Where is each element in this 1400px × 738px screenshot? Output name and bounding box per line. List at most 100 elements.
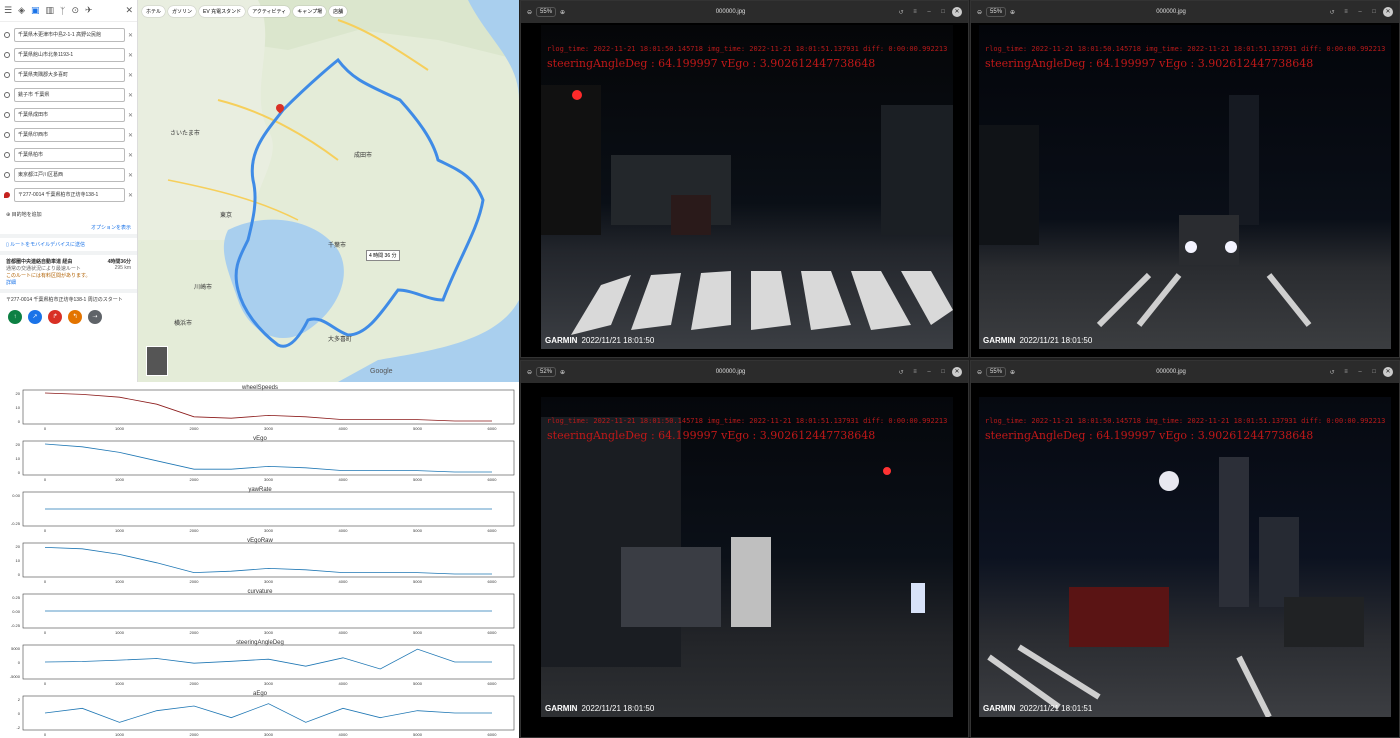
transit-icon[interactable]: ▥ [46,5,55,16]
zoom-in-icon[interactable]: ⊕ [560,9,565,16]
options-link[interactable]: オプションを表示 [91,225,131,231]
menu-icon[interactable]: ≡ [910,369,920,375]
minimize-icon[interactable]: – [924,369,934,375]
rotate-icon[interactable]: ↺ [1327,369,1337,376]
waypoint-input[interactable]: 千葉県木更津市中島2-1-1 高野公民館 [14,28,125,42]
remove-waypoint-icon[interactable]: ✕ [128,72,133,79]
dashcam-scene [541,85,953,335]
car-icon[interactable]: ▣ [31,5,40,16]
y-tick-label: 20 [16,544,21,549]
step-icon[interactable]: ↗ [28,310,42,324]
waypoint-input[interactable]: 東京都江戸川区葛西 [14,168,125,182]
zoom-select[interactable]: 55% [986,367,1007,377]
waypoint-input[interactable]: 千葉県柏市 [14,148,125,162]
remove-waypoint-icon[interactable]: ✕ [128,112,133,119]
close-icon[interactable]: ✕ [125,5,133,16]
menu-icon[interactable]: ≡ [910,9,920,15]
remove-waypoint-icon[interactable]: ✕ [128,92,133,99]
step-icon[interactable]: ⇢ [88,310,102,324]
bike-icon[interactable]: ⊙ [71,5,79,16]
x-tick-label: 3000 [264,630,274,635]
place-filter-chip[interactable]: EV 充電スタンド [199,6,246,17]
close-icon[interactable]: ✕ [952,7,962,17]
dashcam-frame: rlog_time: 2022-11-21 18:01:50.145718 im… [979,397,1391,717]
walk-icon[interactable]: ᛉ [60,6,65,16]
x-tick-label: 3000 [264,426,274,431]
remove-waypoint-icon[interactable]: ✕ [128,192,133,199]
zoom-in-icon[interactable]: ⊕ [560,369,565,376]
remove-waypoint-icon[interactable]: ✕ [128,152,133,159]
map-graphic [138,0,519,382]
rotate-icon[interactable]: ↺ [896,9,906,16]
plot-series-line [44,547,492,575]
place-filter-chip[interactable]: キャンプ場 [293,6,327,17]
maximize-icon[interactable]: □ [938,369,948,375]
zoom-select[interactable]: 55% [536,7,557,17]
image-viewer: ⊖ 55% ⊕ 000000.jpg ↺ ≡ – □ ✕ rlog_time: … [970,360,1400,738]
x-tick-label: 5000 [413,528,423,533]
step-icon[interactable]: ↰ [68,310,82,324]
zoom-out-icon[interactable]: ⊖ [977,9,982,16]
menu-icon[interactable]: ☰ [4,5,12,16]
step-icon[interactable]: ↑ [8,310,22,324]
minimize-icon[interactable]: – [1355,9,1365,15]
minimize-icon[interactable]: – [1355,369,1365,375]
viewer-title: 000000.jpg [715,369,746,375]
directions-icon[interactable]: ◈ [18,5,25,16]
google-logo: Google [370,368,393,375]
zoom-select[interactable]: 52% [536,367,557,377]
waypoint-input[interactable]: 千葉県成田市 [14,108,125,122]
remove-waypoint-icon[interactable]: ✕ [128,32,133,39]
flight-icon[interactable]: ✈ [85,5,93,16]
route-duration-badge[interactable]: 4 時間 36 分 [366,250,400,261]
place-filter-chip[interactable]: ガソリン [168,6,197,17]
zoom-in-icon[interactable]: ⊕ [1010,9,1015,16]
x-tick-label: 4000 [339,426,349,431]
maximize-icon[interactable]: □ [1369,9,1379,15]
route-option[interactable]: 首都圏中央連絡自動車道 経由 4時間36分 通常の交通状況により最速ルート 29… [0,255,137,289]
maximize-icon[interactable]: □ [938,9,948,15]
map-label: さいたま市 [170,131,200,137]
waypoint-input[interactable]: 千葉県印西市 [14,128,125,142]
zoom-out-icon[interactable]: ⊖ [527,9,532,16]
x-tick-label: 0 [44,426,47,431]
x-tick-label: 2000 [190,579,200,584]
y-tick-label: 20 [16,442,21,447]
waypoint-input[interactable]: 銚子市 千葉県 [14,88,125,102]
close-icon[interactable]: ✕ [1383,7,1393,17]
remove-waypoint-icon[interactable]: ✕ [128,52,133,59]
place-filter-chip[interactable]: ホテル [142,6,166,17]
waypoint-input[interactable]: 千葉県夷隅郡大多喜町 [14,68,125,82]
rotate-icon[interactable]: ↺ [896,369,906,376]
layers-icon[interactable] [146,346,168,376]
x-tick-label: 1000 [115,477,125,482]
y-tick-label: 0.00 [12,609,21,614]
add-destination-row[interactable]: ⊕ 目的地を追加 [0,208,137,221]
remove-waypoint-icon[interactable]: ✕ [128,132,133,139]
waypoint-input[interactable]: 千葉県館山市北条1193-1 [14,48,125,62]
y-tick-label: -0.25 [11,521,21,526]
rotate-icon[interactable]: ↺ [1327,9,1337,16]
remove-waypoint-icon[interactable]: ✕ [128,172,133,179]
close-icon[interactable]: ✕ [952,367,962,377]
menu-icon[interactable]: ≡ [1341,9,1351,15]
place-filter-chip[interactable]: 店舗 [329,6,348,17]
waypoint-input[interactable]: 〒277-0014 千葉県柏市正坊寺138-1 [14,188,125,202]
send-to-device-row[interactable]: ▯ ルートをモバイルデバイスに送信 [0,238,137,251]
x-tick-label: 3000 [264,681,274,686]
x-tick-label: 0 [44,477,47,482]
zoom-in-icon[interactable]: ⊕ [1010,369,1015,376]
y-tick-label: 20 [16,391,21,396]
menu-icon[interactable]: ≡ [1341,369,1351,375]
zoom-out-icon[interactable]: ⊖ [527,369,532,376]
close-icon[interactable]: ✕ [1383,367,1393,377]
zoom-select[interactable]: 55% [986,7,1007,17]
place-filter-chip[interactable]: アクティビティ [248,6,291,17]
step-icon[interactable]: ↱ [48,310,62,324]
maximize-icon[interactable]: □ [1369,369,1379,375]
map-canvas[interactable]: ホテル ガソリン EV 充電スタンド アクティビティ キャンプ場 店舗 さいたま市 川崎市… [138,0,519,382]
minimize-icon[interactable]: – [924,9,934,15]
zoom-out-icon[interactable]: ⊖ [977,369,982,376]
x-tick-label: 1000 [115,681,125,686]
details-link[interactable]: 詳細 [6,279,131,286]
